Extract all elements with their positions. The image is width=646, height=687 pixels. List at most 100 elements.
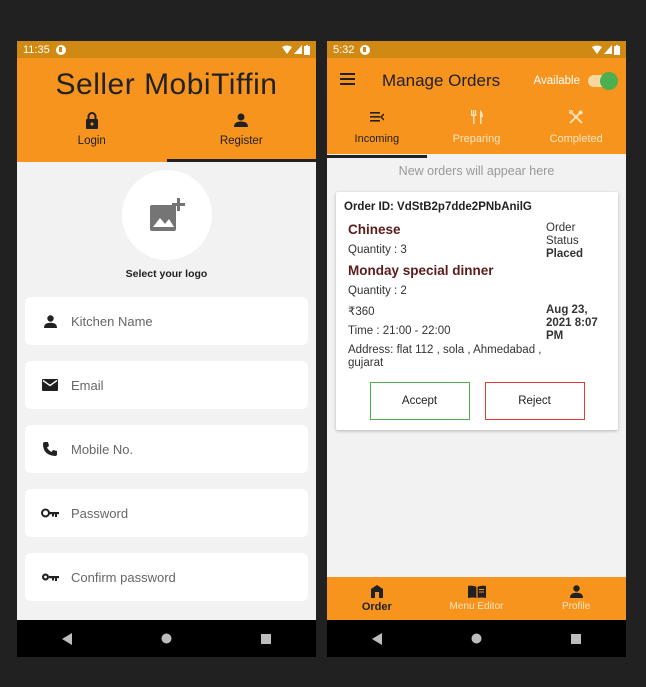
home-circle-icon bbox=[471, 633, 482, 644]
empty-hint: New orders will appear here bbox=[398, 164, 555, 178]
reject-button[interactable]: Reject bbox=[484, 382, 585, 420]
mail-icon bbox=[40, 379, 60, 391]
order-address: Address: flat 112 , sola , Ahmedabad , g… bbox=[348, 344, 542, 369]
order-tabs: Incoming Preparing Completed bbox=[327, 103, 626, 158]
email-input[interactable] bbox=[69, 376, 263, 394]
order-id: Order ID: VdStB2p7dde2PNbAnilG bbox=[344, 201, 532, 213]
status-icons bbox=[592, 44, 620, 55]
tab-preparing[interactable]: Preparing bbox=[427, 103, 527, 154]
accept-button[interactable]: Accept bbox=[369, 382, 470, 420]
item-quantity: Quantity : 2 bbox=[348, 285, 407, 297]
app-title: Seller MobiTiffin bbox=[55, 68, 278, 101]
incoming-icon bbox=[369, 109, 384, 125]
register-screen: 11:35 Seller MobiTiffin Login Register S… bbox=[17, 41, 316, 657]
key-icon bbox=[40, 508, 60, 518]
fork-knife-icon bbox=[470, 109, 483, 125]
add-photo-icon bbox=[149, 198, 185, 231]
recents-square-icon bbox=[261, 633, 272, 644]
nav-menu-editor-label: Menu Editor bbox=[449, 601, 504, 612]
battery-icon bbox=[614, 44, 620, 55]
kitchen-name-field[interactable] bbox=[25, 297, 308, 345]
tab-login[interactable]: Login bbox=[17, 102, 167, 162]
item-quantity: Quantity : 3 bbox=[348, 244, 407, 256]
notification-icon bbox=[360, 44, 371, 55]
tab-completed[interactable]: Completed bbox=[526, 103, 626, 154]
orders-header: Manage Orders Available Incoming Prepari… bbox=[327, 58, 626, 158]
mobile-input[interactable] bbox=[69, 440, 263, 458]
key-icon bbox=[40, 572, 60, 582]
app-bar: Manage Orders Available bbox=[327, 58, 626, 103]
confirm-password-input[interactable] bbox=[69, 568, 263, 586]
item-name: Chinese bbox=[348, 222, 401, 237]
tab-preparing-label: Preparing bbox=[452, 133, 501, 145]
confirm-password-field[interactable] bbox=[25, 553, 308, 601]
back-button[interactable] bbox=[357, 624, 397, 654]
mobile-field[interactable] bbox=[25, 425, 308, 473]
order-status-label: Order Status bbox=[546, 222, 579, 247]
battery-icon bbox=[304, 44, 310, 55]
person-icon bbox=[234, 110, 249, 130]
notification-icon bbox=[55, 44, 66, 55]
status-bar: 5:32 bbox=[327, 41, 626, 58]
status-time: 5:32 bbox=[333, 43, 355, 56]
home-button[interactable] bbox=[146, 624, 186, 654]
tab-register[interactable]: Register bbox=[166, 102, 317, 162]
status-bar: 11:35 bbox=[17, 41, 316, 58]
tab-incoming[interactable]: Incoming bbox=[327, 103, 427, 158]
available-label: Available bbox=[533, 74, 580, 87]
back-button[interactable] bbox=[47, 624, 87, 654]
logo-label: Select your logo bbox=[125, 268, 208, 280]
nav-order-label: Order bbox=[361, 601, 392, 613]
recents-square-icon bbox=[571, 633, 582, 644]
crossed-utensils-icon bbox=[569, 109, 583, 125]
tab-incoming-label: Incoming bbox=[354, 133, 400, 145]
kitchen-name-input[interactable] bbox=[69, 312, 263, 330]
menu-book-icon bbox=[467, 583, 486, 599]
wifi-icon bbox=[282, 45, 292, 54]
register-header: Seller MobiTiffin Login Register bbox=[17, 58, 316, 162]
signal-icon bbox=[294, 45, 302, 54]
logo-upload-button[interactable] bbox=[121, 170, 212, 260]
back-triangle-icon bbox=[61, 632, 72, 645]
recents-button[interactable] bbox=[556, 624, 596, 654]
person-icon bbox=[569, 583, 583, 599]
wifi-icon bbox=[592, 45, 602, 54]
password-field[interactable] bbox=[25, 489, 308, 537]
nav-order[interactable]: Order bbox=[327, 577, 427, 620]
system-nav-bar bbox=[17, 620, 316, 657]
phone-icon bbox=[40, 442, 60, 456]
order-date: Aug 23, 2021 8:07 PM bbox=[546, 304, 598, 342]
logo-picker: Select your logo bbox=[17, 170, 316, 280]
nav-profile[interactable]: Profile bbox=[526, 577, 626, 620]
home-circle-icon bbox=[161, 633, 172, 644]
menu-icon[interactable] bbox=[340, 72, 358, 90]
manage-orders-screen: 5:32 Manage Orders Available Incoming Pr… bbox=[327, 41, 626, 657]
store-icon bbox=[370, 583, 383, 599]
available-toggle[interactable] bbox=[588, 71, 618, 90]
lock-icon bbox=[85, 110, 99, 130]
toggle-knob bbox=[600, 71, 618, 90]
system-nav-bar bbox=[327, 620, 626, 657]
nav-profile-label: Profile bbox=[562, 601, 591, 612]
email-field[interactable] bbox=[25, 361, 308, 409]
home-button[interactable] bbox=[456, 624, 496, 654]
person-icon bbox=[40, 314, 60, 328]
order-time: Time : 21:00 - 22:00 bbox=[348, 325, 451, 337]
order-status: Order Status Placed bbox=[546, 222, 610, 261]
auth-tabs: Login Register bbox=[17, 102, 316, 162]
tab-login-label: Login bbox=[77, 135, 106, 147]
nav-menu-editor[interactable]: Menu Editor bbox=[427, 577, 527, 620]
tab-completed-label: Completed bbox=[549, 133, 603, 145]
status-time: 11:35 bbox=[23, 43, 50, 56]
item-name: Monday special dinner bbox=[348, 263, 494, 278]
password-input[interactable] bbox=[69, 504, 263, 522]
back-triangle-icon bbox=[371, 632, 382, 645]
order-status-value: Placed bbox=[546, 248, 584, 260]
signal-icon bbox=[604, 45, 612, 54]
bottom-nav: Order Menu Editor Profile bbox=[327, 577, 626, 620]
tab-register-label: Register bbox=[219, 135, 263, 147]
page-title: Manage Orders bbox=[382, 70, 501, 90]
recents-button[interactable] bbox=[246, 624, 286, 654]
order-price: ₹360 bbox=[348, 306, 375, 318]
status-icons bbox=[282, 44, 310, 55]
